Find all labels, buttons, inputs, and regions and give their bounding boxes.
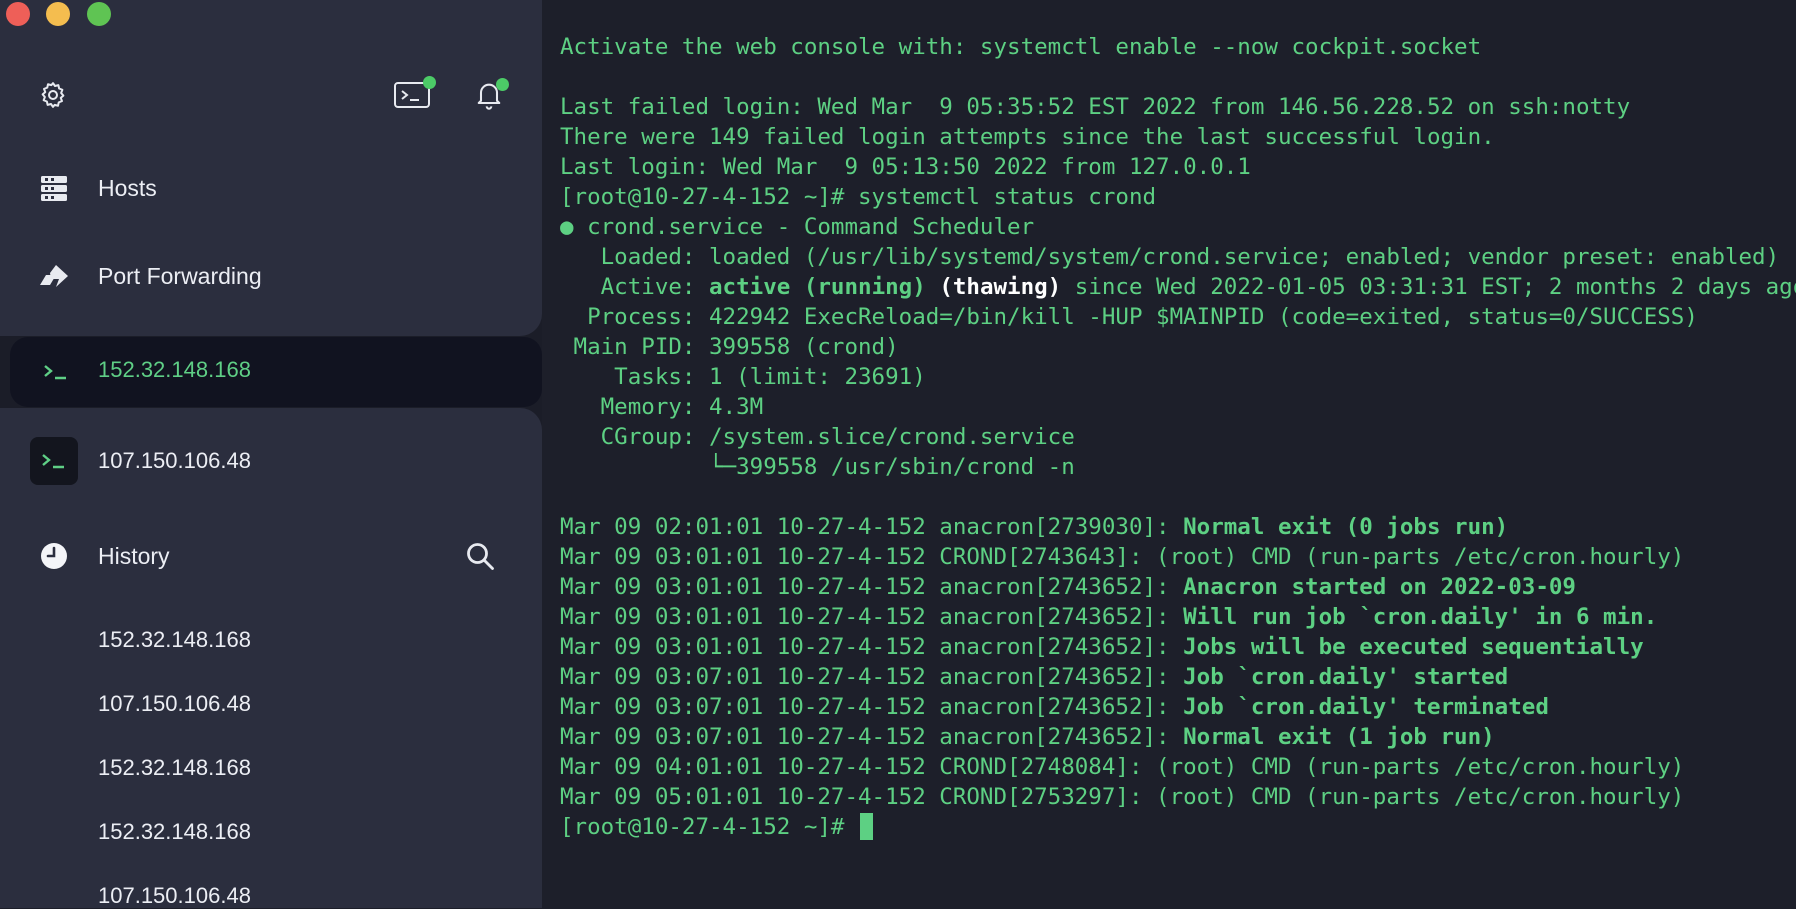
terminal-line: Main PID: 399558 (crond) <box>560 332 1796 362</box>
terminal-line: Mar 09 03:01:01 10-27-4-152 anacron[2743… <box>560 632 1796 662</box>
terminal-line: Mar 09 03:07:01 10-27-4-152 anacron[2743… <box>560 722 1796 752</box>
terminal-text: Mar 09 03:01:01 10-27-4-152 anacron[2743… <box>560 634 1184 660</box>
terminal-text: Mar 09 03:01:01 10-27-4-152 CROND[274364… <box>560 544 1685 570</box>
notifications-button[interactable] <box>472 78 509 112</box>
terminal-text: Activate the web console with: systemctl… <box>560 34 1482 60</box>
session-active-label: 152.32.148.168 <box>98 357 251 382</box>
gear-icon <box>41 82 65 108</box>
history-entry[interactable]: 152.32.148.168 <box>98 819 251 845</box>
terminal-text: since Wed 2022-01-05 03:31:31 EST; 2 mon… <box>1061 274 1796 300</box>
arrow-forward-icon <box>38 261 70 291</box>
terminal-output: Activate the web console with: systemctl… <box>560 32 1796 842</box>
terminal-text: Mar 09 03:07:01 10-27-4-152 anacron[2743… <box>560 724 1184 750</box>
terminal-line: Last login: Wed Mar 9 05:13:50 2022 from… <box>560 152 1796 182</box>
clock-icon <box>38 541 70 571</box>
terminal-prompt-icon <box>40 357 72 387</box>
window-maximize-button[interactable] <box>87 2 111 26</box>
history-entry[interactable]: 107.150.106.48 <box>98 883 251 909</box>
terminal-text: Mar 09 03:07:01 10-27-4-152 anacron[2743… <box>560 694 1184 720</box>
terminal-text: [root@10-27-4-152 ~]# <box>560 814 859 840</box>
nav-item-hosts[interactable]: Hosts <box>0 158 542 218</box>
terminal-text: Normal exit (0 jobs run) <box>1183 514 1509 540</box>
terminal-text: Process: 422942 ExecReload=/bin/kill -HU… <box>560 304 1698 330</box>
terminal-line: Mar 09 02:01:01 10-27-4-152 anacron[2739… <box>560 512 1796 542</box>
terminal-line: Mar 09 03:01:01 10-27-4-152 anacron[2743… <box>560 602 1796 632</box>
sidebar-top-panel: Hosts Port Forwarding <box>0 0 542 336</box>
session-label: 107.150.106.48 <box>98 448 251 473</box>
history-search-button[interactable] <box>464 540 496 572</box>
server-icon <box>38 173 70 203</box>
terminal-text: Normal exit (1 job run) <box>1183 724 1495 750</box>
search-icon <box>467 543 494 570</box>
terminal-line: Tasks: 1 (limit: 23691) <box>560 362 1796 392</box>
settings-button[interactable] <box>36 78 70 112</box>
terminal-text: └─399558 /usr/sbin/crond -n <box>560 454 1075 480</box>
terminal-text: There were 149 failed login attempts sin… <box>560 124 1495 150</box>
history-label: History <box>98 542 170 569</box>
sidebar-bottom-panel <box>0 408 542 908</box>
terminal-text: Mar 09 05:01:01 10-27-4-152 CROND[275329… <box>560 784 1685 810</box>
terminal-text: (thawing) <box>939 274 1062 300</box>
terminal-text: Mar 09 03:01:01 10-27-4-152 anacron[2743… <box>560 604 1184 630</box>
terminal-line: Mar 09 04:01:01 10-27-4-152 CROND[274808… <box>560 752 1796 782</box>
nav-hosts-label: Hosts <box>98 174 157 201</box>
window-minimize-button[interactable] <box>46 2 70 26</box>
terminal-text: Job `cron.daily' started <box>1183 664 1509 690</box>
terminal-line: ● crond.service - Command Scheduler <box>560 212 1796 242</box>
terminal-line: Mar 09 03:07:01 10-27-4-152 anacron[2743… <box>560 662 1796 692</box>
terminal-line: [root@10-27-4-152 ~]# <box>560 812 1796 842</box>
terminal-line: Mar 09 03:01:01 10-27-4-152 CROND[274364… <box>560 542 1796 572</box>
history-entry[interactable]: 107.150.106.48 <box>98 691 251 717</box>
terminal-line: Loaded: loaded (/usr/lib/systemd/system/… <box>560 242 1796 272</box>
terminal-line: Process: 422942 ExecReload=/bin/kill -HU… <box>560 302 1796 332</box>
terminal-text: Tasks: 1 (limit: 23691) <box>560 364 926 390</box>
terminal-text: Mar 09 03:07:01 10-27-4-152 anacron[2743… <box>560 664 1184 690</box>
terminal-line: [root@10-27-4-152 ~]# systemctl status c… <box>560 182 1796 212</box>
terminal-text: Jobs will be executed sequentially <box>1183 634 1644 660</box>
terminal-panel[interactable]: Activate the web console with: systemctl… <box>542 0 1796 908</box>
terminal-line: Mar 09 03:07:01 10-27-4-152 anacron[2743… <box>560 692 1796 722</box>
terminal-text: Main PID: 399558 (crond) <box>560 334 899 360</box>
terminal-line: There were 149 failed login attempts sin… <box>560 122 1796 152</box>
terminal-line: Last failed login: Wed Mar 9 05:35:52 ES… <box>560 92 1796 122</box>
terminal-prompt-icon <box>30 437 78 485</box>
history-entry[interactable]: 152.32.148.168 <box>98 627 251 653</box>
nav-item-port-forwarding[interactable]: Port Forwarding <box>0 246 542 306</box>
terminal-text: Active: <box>560 274 710 300</box>
terminal-line: Active: active (running) (thawing) since… <box>560 272 1796 302</box>
sidebar: Hosts Port Forwarding 152.32.148.168 107… <box>0 0 542 908</box>
window-close-button[interactable] <box>6 2 30 26</box>
terminal-line: Memory: 4.3M <box>560 392 1796 422</box>
terminal-text: ● crond.service - Command Scheduler <box>560 214 1035 240</box>
terminal-text: Anacron started on 2022-03-09 <box>1183 574 1576 600</box>
nav-port-forwarding-label: Port Forwarding <box>98 262 262 289</box>
terminal-text: Job `cron.daily' terminated <box>1183 694 1549 720</box>
history-entry[interactable]: 152.32.148.168 <box>98 755 251 781</box>
history-header[interactable]: History <box>0 526 542 586</box>
terminal-text: Mar 09 03:01:01 10-27-4-152 anacron[2743… <box>560 574 1184 600</box>
terminal-line: CGroup: /system.slice/crond.service <box>560 422 1796 452</box>
notifications-badge <box>496 78 509 91</box>
terminal-text: Loaded: loaded (/usr/lib/systemd/system/… <box>560 244 1780 270</box>
terminal-line: └─399558 /usr/sbin/crond -n <box>560 452 1796 482</box>
terminal-line: Mar 09 03:01:01 10-27-4-152 anacron[2743… <box>560 572 1796 602</box>
terminal-text: Mar 09 02:01:01 10-27-4-152 anacron[2739… <box>560 514 1184 540</box>
terminal-line: Activate the web console with: systemctl… <box>560 32 1796 62</box>
session-item-active[interactable]: 152.32.148.168 <box>10 337 542 407</box>
terminal-cursor <box>860 813 874 840</box>
terminal-text: [root@10-27-4-152 ~]# systemctl status c… <box>560 184 1157 210</box>
terminal-text: CGroup: /system.slice/crond.service <box>560 424 1075 450</box>
terminal-text: Memory: 4.3M <box>560 394 764 420</box>
terminal-line: Mar 09 05:01:01 10-27-4-152 CROND[275329… <box>560 782 1796 812</box>
terminal-text: Will run job `cron.daily' in 6 min. <box>1183 604 1658 630</box>
terminal-text: Mar 09 04:01:01 10-27-4-152 CROND[274808… <box>560 754 1685 780</box>
terminal-text: Last login: Wed Mar 9 05:13:50 2022 from… <box>560 154 1251 180</box>
terminal-badge <box>423 76 436 89</box>
terminal-text: active (running) <box>709 274 926 300</box>
terminal-text: Last failed login: Wed Mar 9 05:35:52 ES… <box>560 94 1631 120</box>
new-terminal-button[interactable] <box>392 76 436 112</box>
